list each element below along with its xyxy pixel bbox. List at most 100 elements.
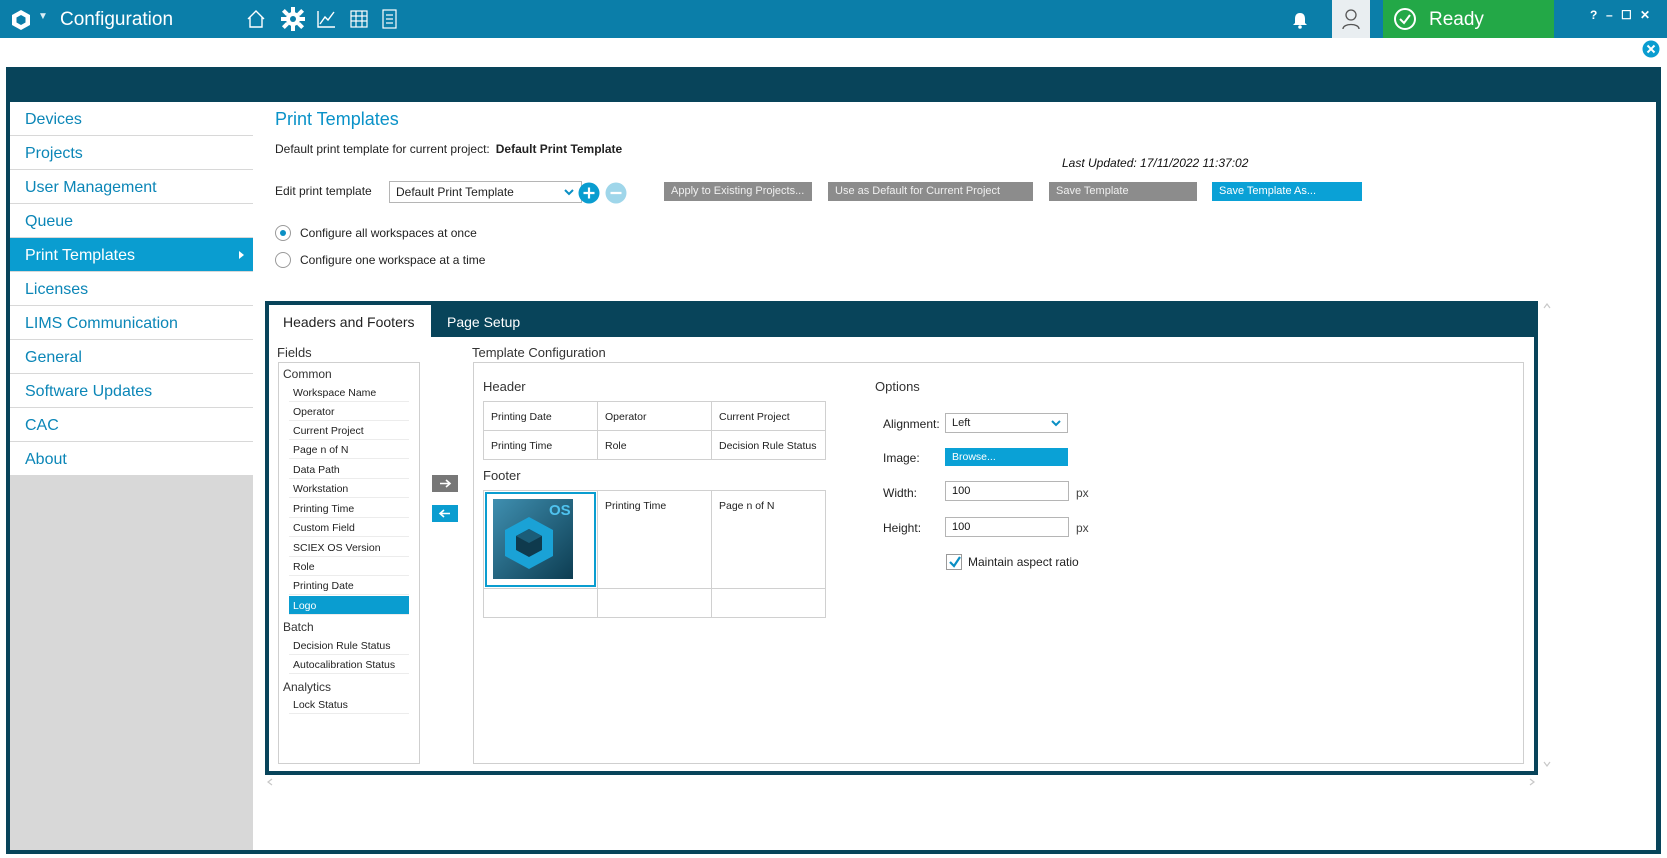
logo-icon: OS xyxy=(493,499,573,579)
footer-cell[interactable]: Page n of N xyxy=(711,490,826,589)
maintain-aspect-checkbox[interactable] xyxy=(946,554,962,570)
horizontal-scrollbar[interactable] xyxy=(266,776,1536,788)
check-icon xyxy=(949,556,961,568)
field-item[interactable]: SCIEX OS Version xyxy=(289,538,409,557)
sidebar-item-label: General xyxy=(25,349,82,366)
sidebar-item-projects[interactable]: Projects xyxy=(10,136,253,171)
fields-list: Common Workspace Name Operator Current P… xyxy=(278,362,420,764)
radio-one-workspace[interactable]: Configure one workspace at a time xyxy=(275,252,505,271)
width-unit: px xyxy=(1076,486,1089,500)
sidebar-item-lims-communication[interactable]: LIMS Communication xyxy=(10,306,253,341)
sidebar-item-cac[interactable]: CAC xyxy=(10,408,253,443)
sidebar-item-devices[interactable]: Devices xyxy=(10,102,253,137)
radio-button-selected[interactable] xyxy=(275,225,291,241)
field-group-common: Common xyxy=(283,367,332,381)
main-content: Print Templates Default print template f… xyxy=(253,102,1656,850)
header-label: Header xyxy=(483,379,526,394)
radio-button[interactable] xyxy=(275,252,291,268)
sidebar-item-label: Licenses xyxy=(25,281,89,298)
field-item[interactable]: Printing Date xyxy=(289,576,409,595)
field-item[interactable]: Current Project xyxy=(289,421,409,440)
radio-all-workspaces[interactable]: Configure all workspaces at once xyxy=(275,225,505,244)
chevron-right-icon xyxy=(239,251,244,259)
maintain-aspect-label: Maintain aspect ratio xyxy=(968,555,1079,569)
header-cell[interactable]: Printing Date xyxy=(483,401,598,431)
sidebar-item-label: CAC xyxy=(25,417,59,434)
maximize-button[interactable]: ☐ xyxy=(1621,8,1632,22)
header-cell[interactable]: Operator xyxy=(597,401,712,431)
header-cell[interactable]: Printing Time xyxy=(483,430,598,460)
save-template-button[interactable]: Save Template xyxy=(1049,182,1197,201)
height-label: Height: xyxy=(883,521,922,535)
header-cell[interactable]: Current Project xyxy=(711,401,826,431)
page-title: Print Templates xyxy=(275,109,399,129)
field-item[interactable]: Workspace Name xyxy=(289,383,409,402)
grid-icon[interactable] xyxy=(348,8,370,30)
header-cell[interactable]: Role xyxy=(597,430,712,460)
field-item[interactable]: Decision Rule Status xyxy=(289,636,409,655)
sidebar-item-licenses[interactable]: Licenses xyxy=(10,272,253,307)
user-button[interactable] xyxy=(1332,0,1370,38)
footer-cell[interactable] xyxy=(711,588,826,618)
field-item[interactable]: Autocalibration Status xyxy=(289,655,409,674)
remove-template-button[interactable] xyxy=(605,182,627,204)
field-item[interactable]: Operator xyxy=(289,402,409,421)
browse-button[interactable]: Browse... xyxy=(945,448,1068,466)
sidebar-item-print-templates[interactable]: Print Templates xyxy=(10,238,253,273)
sidebar-item-label: About xyxy=(25,451,67,468)
notebook-icon[interactable] xyxy=(378,8,400,30)
alignment-select[interactable]: Left xyxy=(945,413,1068,433)
sidebar: Devices Projects User Management Queue P… xyxy=(10,102,253,850)
app-menu-chevron-icon[interactable]: ▼ xyxy=(38,11,48,22)
height-field[interactable]: 100 xyxy=(945,517,1069,537)
width-field[interactable]: 100 xyxy=(945,481,1069,501)
tab-headers-and-footers[interactable]: Headers and Footers xyxy=(269,305,431,337)
footer-label: Footer xyxy=(483,468,521,483)
tab-panel: Headers and Footers Page Setup Fields Co… xyxy=(265,301,1538,775)
field-item[interactable]: Data Path xyxy=(289,460,409,479)
sidebar-item-queue[interactable]: Queue xyxy=(10,204,253,239)
add-template-button[interactable] xyxy=(578,182,600,204)
sidebar-item-general[interactable]: General xyxy=(10,340,253,375)
field-item[interactable]: Lock Status xyxy=(289,695,409,714)
footer-cell[interactable] xyxy=(483,588,598,618)
options-title: Options xyxy=(875,379,920,394)
field-item[interactable]: Printing Time xyxy=(289,499,409,518)
use-as-default-button[interactable]: Use as Default for Current Project xyxy=(828,182,1033,201)
footer-cell[interactable] xyxy=(597,588,712,618)
image-label: Image: xyxy=(883,451,920,465)
logo-text: OS xyxy=(549,502,571,519)
gear-icon[interactable] xyxy=(280,6,306,32)
field-item[interactable]: Role xyxy=(289,557,409,576)
field-item-selected[interactable]: Logo xyxy=(289,596,409,615)
home-icon[interactable] xyxy=(245,8,267,30)
save-template-as-button[interactable]: Save Template As... xyxy=(1212,182,1362,201)
field-item[interactable]: Workstation xyxy=(289,479,409,498)
sidebar-item-about[interactable]: About xyxy=(10,442,253,477)
close-window-button[interactable]: ✕ xyxy=(1640,8,1650,22)
app-logo-icon[interactable] xyxy=(10,9,32,31)
remove-field-button[interactable] xyxy=(432,505,458,522)
chart-icon[interactable] xyxy=(315,8,337,30)
minimize-button[interactable]: – xyxy=(1606,8,1613,22)
edit-template-value: Default Print Template xyxy=(396,185,514,199)
vertical-scrollbar[interactable] xyxy=(1541,300,1553,770)
sidebar-item-user-management[interactable]: User Management xyxy=(10,170,253,205)
default-template-line: Default print template for current proje… xyxy=(275,142,622,156)
apply-existing-projects-button[interactable]: Apply to Existing Projects... xyxy=(664,182,812,201)
footer-cell[interactable]: OS xyxy=(483,490,598,589)
add-field-button[interactable] xyxy=(432,475,458,492)
help-button[interactable]: ? xyxy=(1590,8,1597,22)
edit-template-select[interactable]: Default Print Template xyxy=(389,181,582,203)
tab-page-setup[interactable]: Page Setup xyxy=(433,305,553,337)
footer-cell[interactable]: Printing Time xyxy=(597,490,712,589)
default-template-value: Default Print Template xyxy=(495,142,623,156)
chevron-down-icon xyxy=(564,189,574,196)
header-cell[interactable]: Decision Rule Status xyxy=(711,430,826,460)
height-unit: px xyxy=(1076,521,1089,535)
bell-icon[interactable] xyxy=(1290,10,1310,30)
field-item[interactable]: Page n of N xyxy=(289,440,409,459)
field-item[interactable]: Custom Field xyxy=(289,518,409,537)
close-icon[interactable] xyxy=(1642,40,1660,58)
sidebar-item-software-updates[interactable]: Software Updates xyxy=(10,374,253,409)
